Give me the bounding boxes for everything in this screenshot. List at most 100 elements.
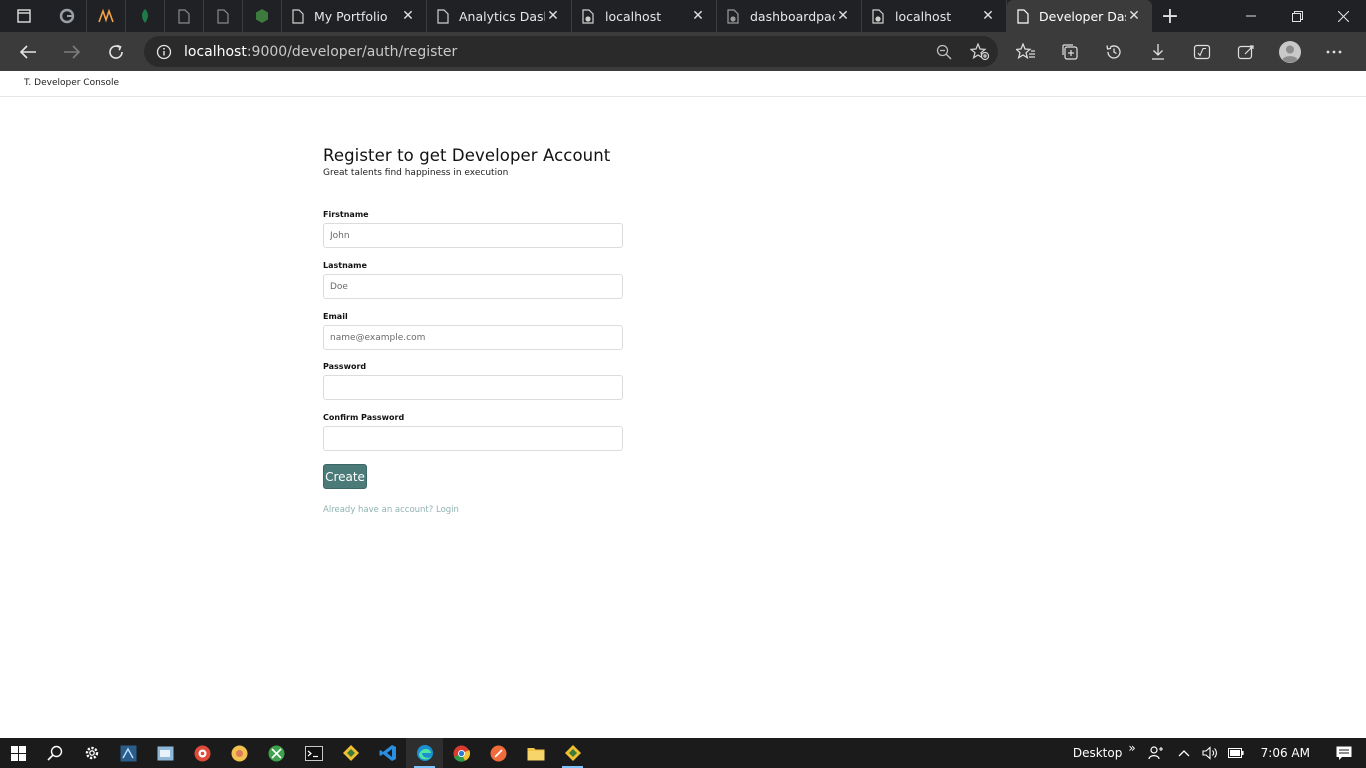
- close-icon[interactable]: ✕: [400, 8, 416, 24]
- url-path: :9000/developer/auth/register: [246, 43, 458, 60]
- firstname-input[interactable]: [323, 223, 623, 248]
- windows-logo-icon: [10, 745, 26, 761]
- page-navbar: T. Developer Console: [0, 71, 1366, 97]
- pinned-tab-mongodb[interactable]: [126, 0, 165, 32]
- back-arrow-icon: [19, 44, 36, 59]
- tab-analytics-dashboard[interactable]: Analytics Dashb ✕: [427, 0, 572, 32]
- lastname-group: Lastname: [323, 261, 623, 299]
- action-center-button[interactable]: [1322, 738, 1366, 768]
- confirm-password-label: Confirm Password: [323, 413, 405, 422]
- favorites-button[interactable]: [1004, 32, 1048, 71]
- download-icon: [1152, 43, 1164, 60]
- taskbar-photos[interactable]: [147, 738, 184, 768]
- confirm-password-input[interactable]: [323, 426, 623, 451]
- volume-button[interactable]: [1197, 738, 1223, 768]
- taskbar-chrome-canary[interactable]: [221, 738, 258, 768]
- folder-icon: [527, 747, 544, 760]
- taskbar-media-player[interactable]: [184, 738, 221, 768]
- taskbar-settings[interactable]: [73, 738, 110, 768]
- people-button[interactable]: [1141, 738, 1171, 768]
- desktop-toolbar[interactable]: Desktop »: [1068, 738, 1141, 768]
- taskbar-postman[interactable]: [480, 738, 517, 768]
- nodejs-icon: [256, 9, 268, 23]
- notifications-icon: [1336, 746, 1352, 760]
- show-hidden-icons-button[interactable]: [1171, 738, 1197, 768]
- start-button[interactable]: [0, 738, 36, 768]
- address-bar[interactable]: localhost:9000/developer/auth/register: [144, 36, 998, 67]
- system-tray: Desktop » 7:06 AM: [1068, 738, 1366, 768]
- taskbar-chrome[interactable]: [443, 738, 480, 768]
- create-button[interactable]: Create: [323, 464, 367, 489]
- downloads-button[interactable]: [1136, 32, 1180, 71]
- web-capture-icon: [1237, 44, 1254, 59]
- site-info-button[interactable]: [144, 44, 184, 60]
- password-group: Password: [323, 362, 623, 400]
- pinned-tab-google[interactable]: [48, 0, 87, 32]
- tab-localhost-1[interactable]: localhost ✕: [572, 0, 717, 32]
- close-icon[interactable]: ✕: [980, 8, 996, 24]
- info-icon: [156, 44, 172, 59]
- google-icon: [59, 8, 75, 24]
- web-capture-button[interactable]: [1224, 32, 1268, 71]
- tab-dashboardpack[interactable]: dashboardpack ✕: [717, 0, 862, 32]
- battery-button[interactable]: [1223, 738, 1249, 768]
- new-tab-button[interactable]: +: [1152, 0, 1188, 32]
- search-button[interactable]: [36, 738, 73, 768]
- forward-arrow-icon: [64, 44, 81, 59]
- chevron-right-icon[interactable]: »: [1128, 741, 1135, 755]
- tab-developer-dashboard[interactable]: Developer Das ✕: [1007, 0, 1152, 32]
- pinned-tab-nodejs[interactable]: [243, 0, 282, 32]
- page-subtitle: Great talents find happiness in executio…: [323, 168, 509, 178]
- minimize-button[interactable]: [1228, 0, 1274, 32]
- taskbar-file-explorer[interactable]: [517, 738, 554, 768]
- pinned-tab-page-2[interactable]: [204, 0, 243, 32]
- taskbar-terminal[interactable]: [295, 738, 332, 768]
- close-window-button[interactable]: [1320, 0, 1366, 32]
- brand-link[interactable]: T. Developer Console: [24, 78, 119, 88]
- taskbar-git-app[interactable]: [332, 738, 369, 768]
- register-form: Register to get Developer Account Great …: [323, 146, 623, 178]
- close-icon[interactable]: ✕: [1126, 8, 1142, 24]
- firstname-group: Firstname: [323, 210, 623, 248]
- login-link[interactable]: Already have an account? Login: [323, 505, 459, 515]
- taskbar-vscode[interactable]: [369, 738, 406, 768]
- history-button[interactable]: [1092, 32, 1136, 71]
- back-button[interactable]: [6, 32, 50, 71]
- firstname-label: Firstname: [323, 210, 369, 219]
- tab-actions-button[interactable]: [0, 0, 48, 32]
- taskbar-db-tool[interactable]: [110, 738, 147, 768]
- close-icon: [1337, 10, 1349, 22]
- forward-button[interactable]: [50, 32, 94, 71]
- math-solver-button[interactable]: [1180, 32, 1224, 71]
- taskbar-git-app-2[interactable]: [554, 738, 591, 768]
- git-diamond-icon: [342, 745, 359, 761]
- password-input[interactable]: [323, 375, 623, 400]
- tab-title: Developer Das: [1039, 8, 1126, 24]
- clock[interactable]: 7:06 AM: [1249, 738, 1322, 768]
- email-input[interactable]: [323, 325, 623, 350]
- laravel-icon: [98, 8, 114, 23]
- restore-button[interactable]: [1274, 0, 1320, 32]
- pinned-tab-laravel[interactable]: [87, 0, 126, 32]
- tab-localhost-2[interactable]: localhost ✕: [862, 0, 1007, 32]
- tab-my-portfolio[interactable]: My Portfolio ✕: [282, 0, 427, 32]
- url-text[interactable]: localhost:9000/developer/auth/register: [184, 44, 926, 60]
- refresh-button[interactable]: [94, 32, 138, 71]
- zoom-button[interactable]: [926, 44, 962, 60]
- taskbar-edge[interactable]: [406, 738, 443, 768]
- collections-icon: [1062, 43, 1078, 60]
- xbox-icon: [268, 745, 285, 761]
- people-icon: [1148, 746, 1163, 760]
- close-icon[interactable]: ✕: [545, 8, 561, 24]
- profile-avatar-icon: [1279, 40, 1301, 63]
- close-icon[interactable]: ✕: [835, 8, 851, 24]
- pinned-tab-page-1[interactable]: [165, 0, 204, 32]
- profile-button[interactable]: [1268, 32, 1312, 71]
- collections-button[interactable]: [1048, 32, 1092, 71]
- lastname-input[interactable]: [323, 274, 623, 299]
- add-favorite-button[interactable]: [962, 42, 998, 61]
- settings-menu-button[interactable]: [1312, 32, 1356, 71]
- taskbar-xbox[interactable]: [258, 738, 295, 768]
- chrome-icon: [453, 745, 470, 762]
- close-icon[interactable]: ✕: [690, 8, 706, 24]
